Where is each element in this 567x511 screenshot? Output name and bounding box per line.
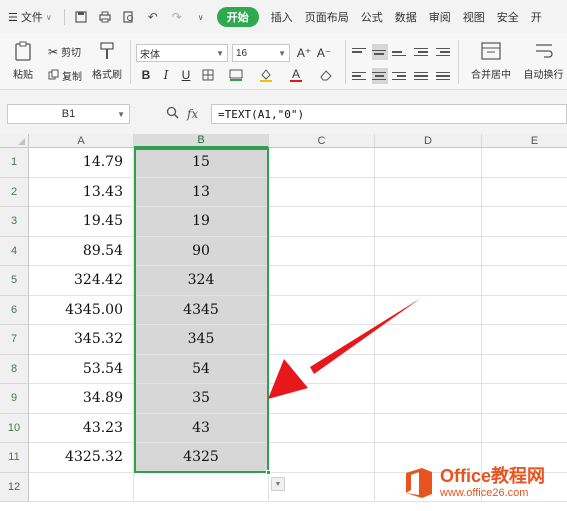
underline-button[interactable]: U	[178, 67, 194, 83]
justify-icon[interactable]	[414, 68, 430, 84]
merge-center-label: 合并居中	[471, 70, 511, 81]
copy-button[interactable]: 复制	[48, 68, 82, 83]
hamburger-icon: ☰	[8, 11, 18, 24]
watermark: Office教程网 www.office26.com	[402, 462, 567, 504]
chevron-down-icon: ▼	[278, 48, 286, 58]
tab-data[interactable]: 数据	[395, 7, 417, 27]
tab-page-layout[interactable]: 页面布局	[305, 7, 349, 27]
brush-icon	[96, 40, 118, 62]
font-name-select[interactable]: 宋体 ▼	[136, 44, 228, 62]
cell-style-icon[interactable]	[228, 67, 244, 83]
increase-indent-icon[interactable]	[436, 44, 452, 60]
tab-home[interactable]: 开始	[216, 7, 259, 27]
fx-icon[interactable]: fx	[187, 107, 198, 121]
divider	[458, 40, 459, 84]
save-icon[interactable]	[73, 9, 89, 25]
arrow-head	[268, 359, 308, 399]
wrap-text-label: 自动换行	[523, 70, 564, 81]
wrap-text-button[interactable]: 自动换行	[520, 40, 567, 81]
formula-bar: B1 ▼ fx =TEXT(A1,"0")	[0, 90, 567, 134]
name-box[interactable]: B1 ▼	[7, 104, 130, 124]
tab-security[interactable]: 安全	[497, 7, 519, 27]
clipboard-icon	[12, 40, 34, 62]
redo-icon[interactable]: ↷	[169, 9, 185, 25]
divider	[130, 40, 131, 84]
align-right-icon[interactable]	[392, 68, 408, 84]
font-color-bar	[290, 80, 302, 82]
annotation-arrow	[268, 298, 421, 399]
merge-center-button[interactable]: 合并居中	[464, 40, 518, 81]
tab-insert[interactable]: 插入	[271, 7, 293, 27]
name-box-value: B1	[61, 108, 76, 120]
format-painter-button[interactable]: 格式刷	[90, 40, 124, 81]
divider	[63, 9, 65, 25]
align-top-icon[interactable]	[352, 44, 368, 60]
tab-formulas[interactable]: 公式	[361, 7, 383, 27]
font-color-button[interactable]: A	[288, 67, 304, 83]
font-name-value: 宋体	[140, 49, 160, 61]
decrease-indent-icon[interactable]	[414, 44, 430, 60]
copy-icon	[48, 69, 59, 83]
menu-bar: ☰ 文件 ∨ ↶ ↷ ∨ 开始 插入 页面布局 公式 数据 审阅 视图 安全 开	[0, 0, 567, 34]
paste-button[interactable]: 粘贴	[8, 40, 38, 81]
print-icon[interactable]	[97, 9, 113, 25]
tab-review[interactable]: 审阅	[429, 7, 451, 27]
distributed-icon[interactable]	[436, 68, 452, 84]
zoom-icon[interactable]	[166, 106, 179, 122]
align-bottom-icon[interactable]	[392, 44, 408, 60]
font-color-glyph: A	[291, 67, 300, 81]
watermark-url: www.office26.com	[440, 487, 529, 499]
chevron-down-icon: ▼	[117, 109, 125, 119]
merge-cells-icon	[480, 40, 502, 62]
quick-access-dropdown-icon[interactable]: ∨	[193, 9, 209, 25]
paste-label: 粘贴	[13, 70, 33, 81]
tab-view[interactable]: 视图	[463, 7, 485, 27]
font-size-select[interactable]: 16 ▼	[232, 44, 290, 62]
align-center-icon[interactable]	[372, 68, 388, 84]
clear-format-icon[interactable]	[318, 67, 334, 83]
cut-label: 剪切	[61, 48, 82, 59]
office-logo-icon	[406, 468, 432, 498]
copy-label: 复制	[62, 72, 82, 83]
align-left-icon[interactable]	[352, 68, 368, 84]
arrow-shaft	[310, 298, 421, 374]
bold-button[interactable]: B	[138, 67, 154, 83]
print-preview-icon[interactable]	[121, 9, 137, 25]
format-painter-label: 格式刷	[92, 70, 122, 81]
grow-font-button[interactable]: A⁺	[296, 45, 312, 61]
divider	[345, 40, 346, 84]
scissors-icon: ✂	[48, 44, 59, 59]
fill-color-icon[interactable]	[258, 67, 274, 83]
spreadsheet-grid: A B C D E 1 14.79 15 2 13.43 13 3 19.45 19 4 89.54…	[0, 134, 567, 511]
italic-button[interactable]: I	[158, 67, 174, 83]
shrink-font-button[interactable]: A⁻	[316, 45, 332, 61]
undo-icon[interactable]: ↶	[145, 9, 161, 25]
cut-button[interactable]: ✂ 剪切	[48, 44, 82, 60]
align-middle-icon[interactable]	[372, 44, 388, 60]
ribbon-toolbar: 粘贴 ✂ 剪切 复制 格式刷 宋体 ▼ 16 ▼ A⁺ A⁻ B I U A 合…	[0, 34, 567, 90]
formula-bar-icons: fx	[166, 104, 198, 124]
wrap-text-icon	[533, 40, 555, 62]
file-menu[interactable]: ☰ 文件 ∨	[8, 7, 52, 27]
font-size-value: 16	[236, 47, 248, 59]
chevron-down-icon: ▼	[216, 48, 224, 58]
watermark-title: Office教程网	[440, 466, 546, 486]
borders-icon[interactable]	[200, 67, 216, 83]
tab-developer[interactable]: 开	[531, 7, 542, 27]
chevron-down-icon: ∨	[45, 12, 52, 22]
formula-input[interactable]: =TEXT(A1,"0")	[211, 104, 567, 124]
file-menu-label: 文件	[20, 12, 43, 24]
